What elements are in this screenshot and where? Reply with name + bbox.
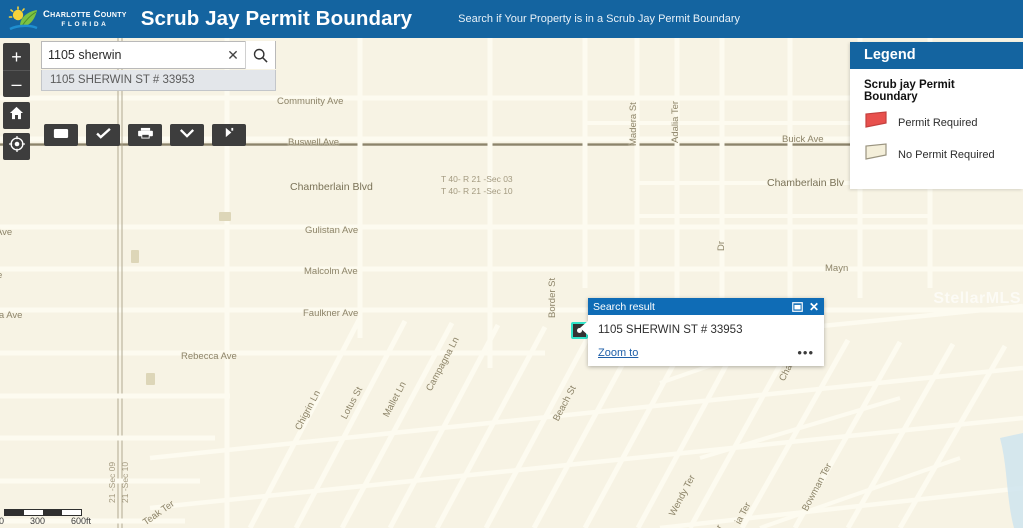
legend-item-no-permit-required: No Permit Required	[864, 143, 1011, 167]
zoom-to-link[interactable]: Zoom to	[598, 347, 638, 359]
search-widget: ✕ 1105 SHERWIN ST # 33953	[41, 41, 276, 91]
map-section-label: T 40- R 21 -Sec 03	[441, 174, 513, 184]
bookmark-tool[interactable]	[170, 124, 204, 146]
popup-header: Search result ✕	[588, 298, 824, 315]
legend-panel: Legend Scrub jay Permit Boundary Permit …	[850, 42, 1023, 189]
search-box[interactable]: ✕	[41, 41, 276, 69]
map-section-label: 21 -Sec 09	[107, 461, 117, 503]
legend-title: Legend	[850, 42, 1023, 69]
county-logo[interactable]: Charlotte County FLORIDA	[0, 6, 127, 32]
search-suggestion-item[interactable]: 1105 SHERWIN ST # 33953	[42, 70, 275, 90]
scale-tick-2: 600ft	[70, 516, 91, 526]
basemap-icon	[53, 126, 69, 144]
sun-leaf-logo-icon	[8, 6, 38, 32]
print-tool[interactable]	[128, 124, 162, 146]
popup-more-options-button[interactable]: •••	[797, 346, 814, 359]
no-permit-required-swatch-icon	[864, 143, 888, 167]
map-section-label: 21 -Sec 10	[120, 461, 130, 503]
permit-required-swatch-icon	[864, 111, 888, 135]
print-icon	[137, 126, 154, 144]
layers-check-icon	[95, 126, 111, 144]
search-icon[interactable]	[245, 41, 275, 69]
county-logo-line1: Charlotte County	[43, 9, 127, 20]
locate-icon	[8, 135, 25, 157]
my-location-button[interactable]	[3, 133, 30, 160]
search-result-popup[interactable]: Search result ✕ 1105 SHERWIN ST # 33953 …	[580, 298, 824, 366]
popup-title: Search result	[593, 300, 655, 313]
scale-bar-segments	[4, 509, 82, 516]
chevron-down-icon	[179, 126, 195, 144]
map-application: Charlotte County FLORIDA Scrub Jay Permi…	[0, 0, 1023, 528]
popup-pointer	[580, 320, 589, 336]
map-section-label: T 40- R 21 -Sec 10	[441, 186, 513, 196]
page-subtitle: Search if Your Property is in a Scrub Ja…	[458, 13, 741, 25]
basemap-gallery-tool[interactable]	[44, 124, 78, 146]
home-extent-button[interactable]	[3, 102, 30, 129]
legend-item-permit-required: Permit Required	[864, 111, 1011, 135]
maximize-icon[interactable]	[792, 301, 803, 312]
layer-list-tool[interactable]	[86, 124, 120, 146]
clear-search-icon[interactable]: ✕	[221, 42, 245, 68]
page-title: Scrub Jay Permit Boundary	[140, 7, 413, 30]
scale-bar-ticks: 0 300 600ft	[0, 516, 91, 526]
search-input[interactable]	[42, 42, 221, 68]
zoom-in-button[interactable]: +	[3, 43, 30, 70]
app-header: Charlotte County FLORIDA Scrub Jay Permi…	[0, 0, 1023, 38]
scale-tick-0: 0	[0, 516, 5, 526]
popup-body: 1105 SHERWIN ST # 33953	[588, 315, 824, 343]
legend-group-title: Scrub jay Permit Boundary	[864, 79, 955, 103]
map-toolbar	[44, 124, 246, 146]
legend-body: Scrub jay Permit Boundary Permit Require…	[850, 69, 1023, 189]
popup-result-text: 1105 SHERWIN ST # 33953	[598, 324, 743, 336]
measure-icon	[223, 126, 236, 144]
close-icon[interactable]: ✕	[809, 301, 819, 313]
search-suggestion-list[interactable]: 1105 SHERWIN ST # 33953	[41, 70, 276, 91]
county-logo-line2: FLORIDA	[61, 20, 109, 28]
scale-tick-1: 300	[29, 516, 45, 526]
legend-label-permit-required: Permit Required	[898, 117, 978, 129]
popup-footer: Zoom to •••	[588, 343, 824, 366]
zoom-out-button[interactable]: –	[3, 70, 30, 97]
measure-tool[interactable]	[212, 124, 246, 146]
scale-bar: 0 300 600ft	[0, 509, 91, 526]
zoom-control-group: + –	[3, 43, 30, 97]
home-icon	[9, 106, 24, 125]
legend-label-no-permit-required: No Permit Required	[898, 149, 995, 161]
